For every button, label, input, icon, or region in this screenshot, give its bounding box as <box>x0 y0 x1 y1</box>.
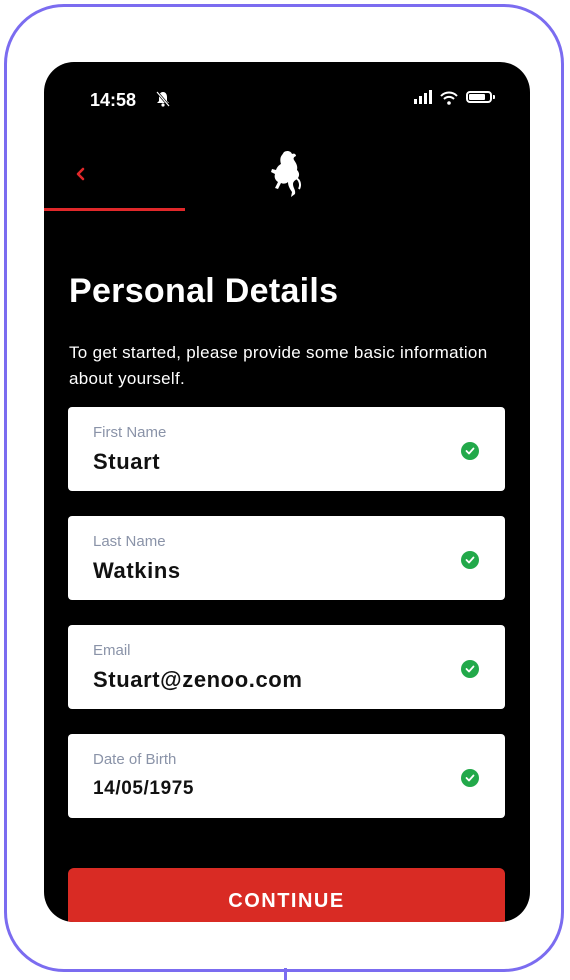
status-time: 14:58 <box>90 90 137 110</box>
phone-screen: 14:58 Personal Details To get started, p… <box>44 62 530 922</box>
first-name-value[interactable]: Stuart <box>93 449 160 475</box>
last-name-label: Last Name <box>93 533 166 550</box>
first-name-label: First Name <box>93 424 167 441</box>
page-title: Personal Details <box>69 272 339 310</box>
check-circle-icon <box>461 769 479 787</box>
check-circle-icon <box>461 551 479 569</box>
wifi-icon <box>440 90 458 105</box>
status-icons <box>414 90 495 105</box>
battery-icon <box>466 91 495 103</box>
continue-button[interactable]: CONTINUE <box>68 868 505 922</box>
progress-bar <box>44 208 530 211</box>
check-circle-icon <box>461 660 479 678</box>
progress-fill <box>44 208 185 211</box>
email-value[interactable]: Stuart@zenoo.com <box>93 667 303 693</box>
frame-connector <box>284 968 287 980</box>
date-of-birth-field[interactable]: Date of Birth 14/05/1975 <box>68 734 505 818</box>
bell-off-icon <box>156 91 170 111</box>
email-label: Email <box>93 642 131 659</box>
date-of-birth-label: Date of Birth <box>93 751 177 768</box>
page-subtitle: To get started, please provide some basi… <box>69 343 488 388</box>
date-of-birth-value[interactable]: 14/05/1975 <box>93 778 194 800</box>
check-circle-icon <box>461 442 479 460</box>
chevron-left-icon <box>76 167 85 181</box>
first-name-field[interactable]: First Name Stuart <box>68 407 505 491</box>
prancing-horse-logo <box>266 148 306 200</box>
last-name-field[interactable]: Last Name Watkins <box>68 516 505 600</box>
email-field[interactable]: Email Stuart@zenoo.com <box>68 625 505 709</box>
last-name-value[interactable]: Watkins <box>93 558 181 584</box>
signal-icon <box>414 90 432 104</box>
back-button[interactable] <box>70 162 90 186</box>
